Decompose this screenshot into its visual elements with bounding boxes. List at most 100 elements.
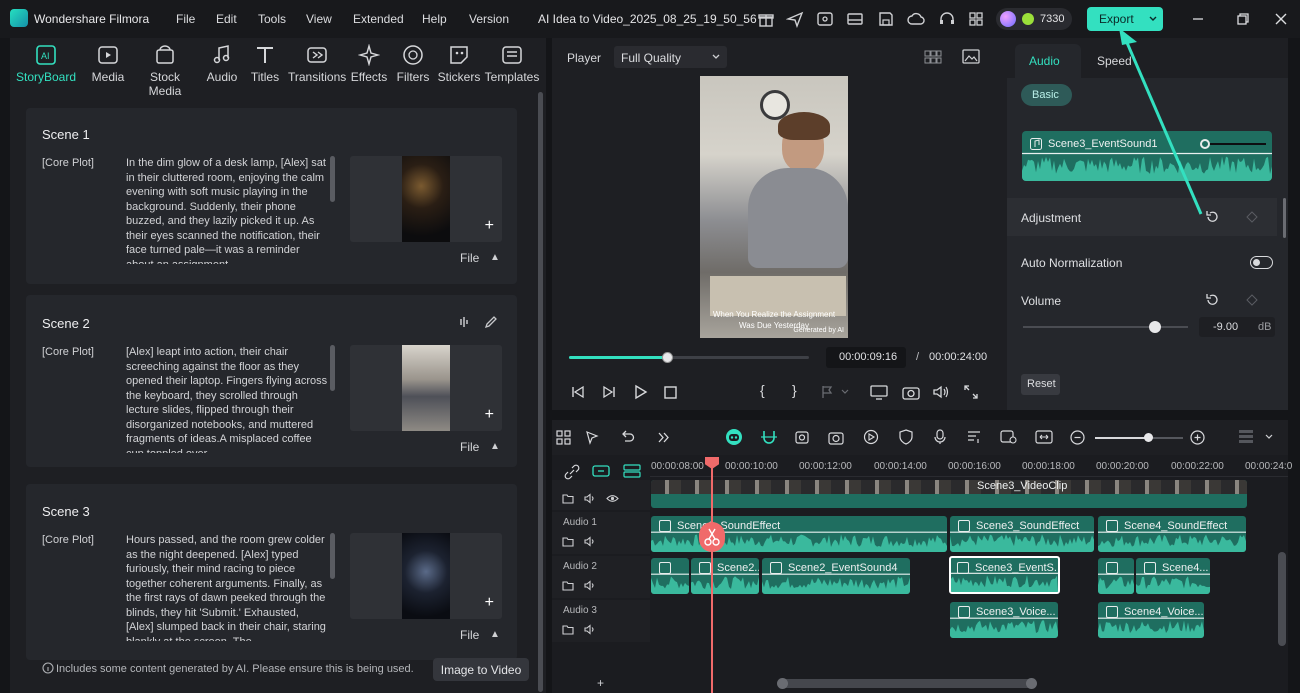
scene-card[interactable]: Scene 3 [Core Plot] Hours passed, and th… (26, 484, 517, 660)
chevron-down-icon[interactable] (1148, 14, 1158, 24)
adjustment-section[interactable]: Adjustment (1007, 198, 1277, 236)
fullscreen-icon[interactable] (963, 384, 979, 400)
clip-volume-handle[interactable] (1200, 139, 1210, 149)
audio-clip[interactable]: Scene3_Voice... (950, 602, 1058, 638)
volume-slider[interactable] (1023, 321, 1188, 333)
zoom-in-icon[interactable] (1190, 430, 1205, 445)
basic-chip[interactable]: Basic (1021, 84, 1072, 106)
tab-transitions[interactable]: Transitions (288, 44, 346, 84)
audio-clip[interactable]: Scene4_SoundEffect (1098, 516, 1246, 552)
tab-stickers[interactable]: Stickers (436, 44, 482, 84)
fit-to-screen-icon[interactable] (1035, 429, 1053, 445)
audio-clip[interactable]: Scene2_EventSound4 (762, 558, 910, 594)
camera-icon[interactable] (902, 384, 920, 400)
export-button[interactable]: Export (1087, 7, 1163, 31)
support-headset-icon[interactable] (938, 10, 956, 28)
folder-icon[interactable] (562, 624, 574, 635)
next-frame-icon[interactable] (601, 384, 617, 400)
audio-clip-preview[interactable]: Scene3_EventSound1 (1022, 131, 1272, 181)
folder-icon[interactable] (562, 493, 574, 504)
chevron-up-icon[interactable]: ▲ (490, 629, 500, 640)
current-time-box[interactable]: 00:00:09:16 (826, 347, 906, 368)
file-label[interactable]: File (460, 251, 479, 265)
tab-audio[interactable]: Audio (203, 44, 241, 84)
image-to-video-button[interactable]: Image to Video (433, 658, 529, 681)
auto-reframe-icon[interactable] (1000, 429, 1018, 445)
reset-volume-icon[interactable] (1205, 293, 1219, 307)
undo-icon[interactable] (620, 430, 635, 445)
speaker-icon[interactable] (584, 580, 596, 591)
add-icon[interactable]: + (485, 407, 494, 423)
speaker-icon[interactable] (584, 624, 596, 635)
track-height-icon[interactable] (1238, 429, 1254, 447)
menu-version[interactable]: Version (469, 12, 509, 26)
tab-speed[interactable]: Speed (1097, 54, 1132, 68)
audio-clip[interactable]: Scene3_SoundEffect (950, 516, 1094, 552)
send-icon[interactable] (786, 10, 804, 28)
tab-templates[interactable]: Templates (484, 44, 540, 84)
more-tools-icon[interactable] (656, 430, 671, 445)
microphone-icon[interactable] (932, 429, 948, 445)
apps-grid-icon[interactable] (967, 10, 985, 28)
mark-out-icon[interactable]: } (792, 382, 797, 398)
audio-clip[interactable]: Scene4_Voice... (1098, 602, 1204, 638)
play-icon[interactable] (632, 384, 648, 400)
menu-extended[interactable]: Extended (353, 12, 404, 26)
tab-effects[interactable]: Effects (350, 44, 388, 84)
panel-scrollbar[interactable] (538, 92, 543, 692)
text-to-speech-icon[interactable] (966, 429, 982, 445)
scene-script[interactable]: [Alex] leapt into action, their chair sc… (126, 345, 328, 453)
volume-icon[interactable] (932, 384, 950, 400)
keyframe-diamond-icon[interactable] (1246, 211, 1258, 223)
shield-icon[interactable] (898, 429, 914, 445)
ai-camera-icon[interactable] (828, 429, 846, 445)
layout-switch-icon[interactable] (556, 430, 571, 445)
save-icon[interactable] (877, 10, 895, 28)
reset-adjustment-icon[interactable] (1205, 210, 1219, 224)
ai-robot-icon[interactable] (725, 428, 743, 446)
chevron-down-icon[interactable] (1265, 434, 1273, 440)
add-icon[interactable]: + (485, 595, 494, 611)
tab-audio-props[interactable]: Audio (1015, 44, 1081, 78)
layout-icon[interactable] (846, 10, 864, 28)
add-icon[interactable]: + (597, 676, 604, 690)
audio-clip[interactable]: Scene2_SoundEffect (651, 516, 947, 552)
scene-card[interactable]: Scene 2 [Core Plot] [Alex] leapt into ac… (26, 295, 517, 467)
scene-script[interactable]: Hours passed, and the room grew colder a… (126, 533, 328, 641)
chevron-up-icon[interactable]: ▲ (490, 441, 500, 452)
stop-icon[interactable] (662, 384, 678, 400)
playback-progress[interactable] (569, 352, 809, 363)
menu-view[interactable]: View (306, 12, 332, 26)
menu-help[interactable]: Help (422, 12, 447, 26)
tab-stock-media[interactable]: Stock Media (132, 44, 198, 98)
snapshot-image-icon[interactable] (962, 49, 980, 65)
timeline-vertical-scrollbar[interactable] (1278, 552, 1286, 646)
scene-thumbnail[interactable]: + (350, 156, 502, 242)
scene-card[interactable]: Scene 1 [Core Plot] In the dim glow of a… (26, 108, 517, 284)
scene-thumbnail[interactable]: + (350, 345, 502, 431)
zoom-out-icon[interactable] (1070, 430, 1085, 445)
audio-clip[interactable]: Scene2... (691, 558, 759, 594)
scroll-handle-left[interactable] (777, 678, 788, 689)
mark-in-icon[interactable]: { (760, 382, 765, 398)
tab-titles[interactable]: Titles (248, 44, 282, 84)
quality-select[interactable]: Full Quality (614, 46, 727, 68)
clip-volume-line[interactable] (1206, 143, 1266, 145)
waveform-icon[interactable] (456, 315, 470, 329)
speed-ramp-icon[interactable] (863, 429, 879, 445)
speaker-icon[interactable] (584, 493, 596, 504)
eye-icon[interactable] (606, 493, 619, 504)
select-cursor-icon[interactable] (585, 430, 600, 445)
zoom-slider-handle[interactable] (1143, 433, 1153, 442)
playhead[interactable] (711, 458, 713, 693)
add-icon[interactable]: + (485, 218, 494, 234)
menu-edit[interactable]: Edit (216, 12, 237, 26)
cloud-upload-icon[interactable] (907, 10, 925, 28)
audio-clip[interactable] (1098, 558, 1134, 594)
minimize-icon[interactable] (1189, 10, 1207, 28)
tab-media[interactable]: Media (88, 44, 128, 84)
split-scissors-icon[interactable] (699, 522, 725, 552)
marker-icon[interactable] (820, 384, 850, 400)
keyframe-diamond-icon[interactable] (1246, 294, 1258, 306)
scene-script[interactable]: In the dim glow of a desk lamp, [Alex] s… (126, 156, 328, 264)
